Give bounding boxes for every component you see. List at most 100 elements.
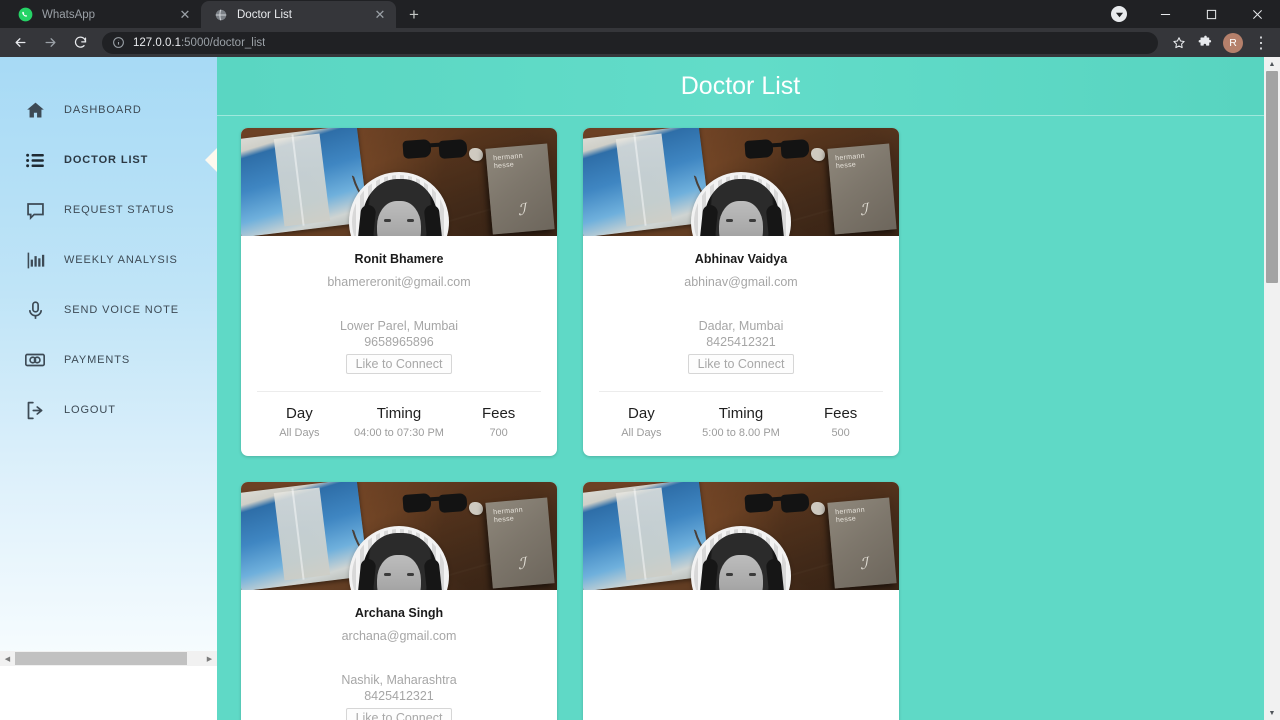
doctor-card[interactable]: hermann hesse ℐ — [583, 482, 899, 720]
crumpled-paper-graphic — [811, 502, 825, 515]
sidebar-nav: DASHBOARD DOCTOR LIST REQUEST STATUS WEE… — [0, 57, 217, 435]
new-tab-button[interactable]: + — [400, 1, 428, 28]
list-icon — [22, 150, 48, 171]
tab-title: Doctor List — [237, 8, 292, 21]
meta-label: Day — [286, 405, 313, 422]
doctor-card[interactable]: hermann hesse ℐ Ronit Bhamere bhamereron… — [241, 128, 557, 456]
sidebar-bottom-fill — [0, 666, 217, 720]
minimize-button[interactable] — [1142, 0, 1188, 28]
extensions-puzzle-icon[interactable] — [1192, 29, 1218, 57]
sidebar-item-label: SEND VOICE NOTE — [64, 304, 179, 316]
book-monogram: ℐ — [517, 201, 527, 220]
card-banner-image: hermann hesse ℐ — [241, 128, 557, 236]
sidebar-item-label: DASHBOARD — [64, 104, 142, 116]
card-banner-image: hermann hesse ℐ — [583, 128, 899, 236]
meta-fees: Fees 700 — [456, 405, 541, 440]
maximize-button[interactable] — [1188, 0, 1234, 28]
sidebar-item-label: PAYMENTS — [64, 354, 131, 366]
like-to-connect-button[interactable]: Like to Connect — [345, 354, 453, 374]
globe-icon — [213, 7, 228, 22]
reload-button[interactable] — [66, 29, 94, 57]
browser-tab-whatsapp[interactable]: WhatsApp ✕ — [6, 1, 201, 28]
sidebar-item-dashboard[interactable]: DASHBOARD — [0, 85, 217, 135]
bookmark-star-icon[interactable] — [1166, 29, 1192, 57]
doctor-card[interactable]: hermann hesse ℐ Abhinav Vaidya abhinav@g… — [583, 128, 899, 456]
meta-label: Day — [628, 405, 655, 422]
scroll-left-icon[interactable]: ◀ — [0, 651, 15, 666]
scrollbar-thumb[interactable] — [1266, 71, 1278, 283]
sidebar-item-send-voice-note[interactable]: SEND VOICE NOTE — [0, 285, 217, 335]
browser-window: WhatsApp ✕ Doctor List ✕ + 127.0.0.1:500… — [0, 0, 1280, 720]
main-content: Doctor List hermann hesse ℐ Ronit Bhamer… — [217, 57, 1264, 720]
close-icon[interactable]: ✕ — [177, 7, 193, 23]
crumpled-paper-graphic — [469, 502, 483, 515]
scroll-up-icon[interactable]: ▲ — [1264, 57, 1280, 71]
sidebar-item-payments[interactable]: PAYMENTS — [0, 335, 217, 385]
book-title: hermann hesse — [492, 506, 524, 525]
meta-value: All Days — [279, 427, 320, 439]
back-button[interactable] — [6, 29, 34, 57]
meta-timing: Timing 5:00 to 8.00 PM — [684, 405, 798, 440]
scroll-down-icon[interactable]: ▼ — [1264, 706, 1280, 720]
meta-value: 500 — [831, 427, 850, 439]
sidebar-item-label: WEEKLY ANALYSIS — [64, 254, 178, 266]
sidebar-item-request-status[interactable]: REQUEST STATUS — [0, 185, 217, 235]
book-monogram: ℐ — [859, 201, 869, 220]
update-indicator-icon[interactable] — [1096, 0, 1142, 28]
scroll-right-icon[interactable]: ▶ — [202, 651, 217, 666]
book-monogram: ℐ — [859, 555, 869, 574]
close-icon[interactable]: ✕ — [372, 7, 388, 23]
home-icon — [22, 100, 48, 121]
sidebar-item-doctor-list[interactable]: DOCTOR LIST — [0, 135, 217, 185]
doctor-name: Archana Singh — [354, 606, 444, 620]
scrollbar-track[interactable] — [15, 651, 202, 666]
meta-value: 700 — [489, 427, 508, 439]
url-host: 127.0.0.1 — [133, 36, 181, 49]
info-circle-icon[interactable] — [112, 36, 125, 49]
active-indicator-arrow — [205, 147, 217, 173]
page-vertical-scrollbar[interactable]: ▲ ▼ — [1264, 57, 1280, 720]
close-window-button[interactable] — [1234, 0, 1280, 28]
bar-chart-icon — [22, 250, 48, 271]
forward-button[interactable] — [36, 29, 64, 57]
doctor-address: Nashik, Maharashtra — [341, 673, 457, 687]
money-icon — [22, 349, 48, 371]
sidebar-item-label: REQUEST STATUS — [64, 204, 175, 216]
card-banner-image: hermann hesse ℐ — [583, 482, 899, 590]
sidebar-item-label: LOGOUT — [64, 404, 116, 416]
page-header: Doctor List — [217, 57, 1264, 116]
crumpled-paper-graphic — [469, 148, 483, 161]
card-meta-row: Day All Days Timing 5:00 to 8.00 PM Fees… — [583, 392, 899, 456]
profile-avatar[interactable]: R — [1223, 32, 1243, 53]
meta-label: Timing — [376, 405, 422, 422]
meta-value: All Days — [621, 427, 662, 439]
url-text: 127.0.0.1:5000/doctor_list — [133, 37, 265, 49]
meta-day: Day All Days — [257, 405, 342, 440]
browser-menu-icon[interactable]: ⋮ — [1248, 29, 1274, 57]
book-title: hermann hesse — [834, 506, 866, 525]
book-title: hermann hesse — [834, 152, 866, 171]
sidebar-item-logout[interactable]: LOGOUT — [0, 385, 217, 435]
sidebar-horizontal-scrollbar[interactable]: ◀ ▶ — [0, 651, 217, 666]
page-viewport: DASHBOARD DOCTOR LIST REQUEST STATUS WEE… — [0, 57, 1280, 720]
book-graphic: hermann hesse ℐ — [485, 497, 555, 589]
doctor-email: abhinav@gmail.com — [684, 275, 798, 289]
doctor-card[interactable]: hermann hesse ℐ Archana Singh archana@gm… — [241, 482, 557, 720]
meta-label: Fees — [823, 405, 858, 422]
like-to-connect-button[interactable]: Like to Connect — [687, 354, 795, 374]
sidebar-item-weekly-analysis[interactable]: WEEKLY ANALYSIS — [0, 235, 217, 285]
meta-label: Fees — [481, 405, 516, 422]
toolbar-right-actions: R ⋮ — [1166, 29, 1274, 57]
meta-value: 04:00 to 07:30 PM — [354, 427, 444, 439]
meta-day: Day All Days — [599, 405, 684, 440]
card-body: Abhinav Vaidya abhinav@gmail.com Dadar, … — [583, 236, 899, 374]
browser-tab-doctor-list[interactable]: Doctor List ✕ — [201, 1, 396, 28]
scrollbar-thumb[interactable] — [15, 652, 187, 665]
doctor-phone: 9658965896 — [364, 335, 434, 349]
like-to-connect-button[interactable]: Like to Connect — [345, 708, 453, 720]
sidebar-item-label: DOCTOR LIST — [64, 154, 149, 166]
book-graphic: hermann hesse ℐ — [827, 497, 897, 589]
browser-toolbar: 127.0.0.1:5000/doctor_list R ⋮ — [0, 28, 1280, 57]
address-bar[interactable]: 127.0.0.1:5000/doctor_list — [102, 31, 1158, 54]
doctor-name: Ronit Bhamere — [354, 252, 444, 266]
